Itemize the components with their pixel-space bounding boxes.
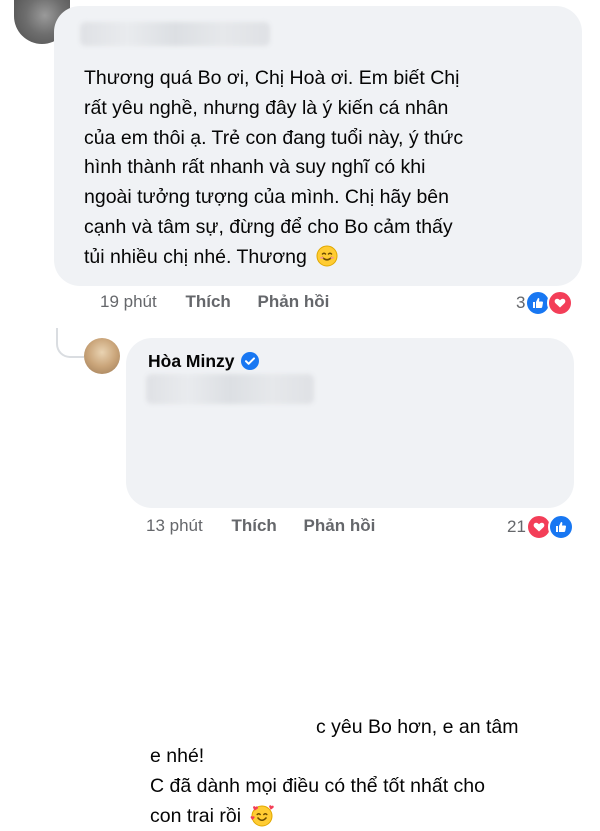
reply-like-button[interactable]: Thích	[231, 516, 276, 535]
reply-text: e nhé! C đã dành mọi điều có thể tốt nhấ…	[150, 742, 570, 831]
reply-text-content: e nhé! C đã dành mọi điều có thể tốt nhấ…	[150, 745, 485, 827]
reply-author-name[interactable]: Hòa Minzy	[148, 351, 235, 371]
like-reaction-icon	[547, 514, 574, 540]
comment-timestamp[interactable]: 19 phút	[100, 292, 157, 311]
comment-bubble: Thương quá Bo ơi, Chị Hoà ơi. Em biết Ch…	[54, 6, 582, 286]
commenter-name-redacted[interactable]	[80, 22, 270, 46]
comment-reply-button[interactable]: Phản hồi	[258, 292, 330, 311]
reply-redacted-text	[146, 374, 314, 404]
verified-badge-icon	[240, 352, 259, 370]
comment-text-content: Thương quá Bo ơi, Chị Hoà ơi. Em biết Ch…	[84, 67, 464, 268]
comment-actions: 19 phút Thích Phản hồi	[100, 292, 329, 312]
reply-author[interactable]: Hòa Minzy	[148, 351, 259, 372]
replier-avatar[interactable]	[84, 338, 120, 374]
reply-bubble: Hòa Minzy c yêu Bo hơn, e an tâm e nhé! …	[126, 338, 574, 827]
reply-reply-button[interactable]: Phản hồi	[304, 516, 376, 535]
reply-actions: 13 phút Thích Phản hồi	[146, 516, 375, 536]
reply-thread-line	[56, 328, 84, 358]
reply-text-first-line: c yêu Bo hơn, e an tâm	[316, 716, 519, 738]
smiling-face-with-hearts-icon	[251, 804, 275, 827]
smiling-face-icon	[316, 245, 338, 267]
comment-text: Thương quá Bo ơi, Chị Hoà ơi. Em biết Ch…	[84, 64, 564, 273]
reply-reaction-count: 21	[507, 517, 526, 536]
comment-like-button[interactable]: Thích	[185, 292, 230, 311]
comment-reactions[interactable]: 3	[516, 290, 574, 316]
reply-timestamp[interactable]: 13 phút	[146, 516, 203, 535]
reply-reactions[interactable]: 21	[507, 514, 574, 540]
comment-reaction-count: 3	[516, 293, 526, 312]
love-reaction-icon	[547, 290, 574, 316]
